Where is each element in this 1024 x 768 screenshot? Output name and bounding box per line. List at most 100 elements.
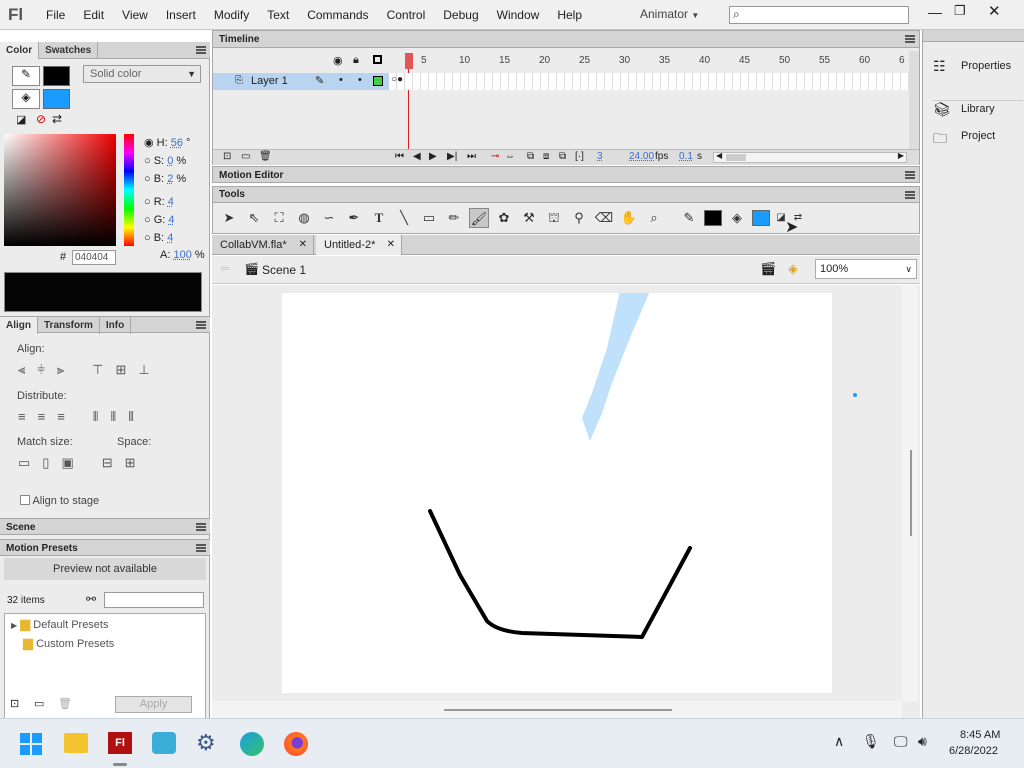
panel-menu-icon[interactable] (905, 35, 915, 43)
scroll-thumb[interactable] (726, 154, 746, 161)
close-button[interactable]: ✕ (988, 2, 1001, 20)
workspace-switcher[interactable]: Animator ▼ (640, 7, 699, 21)
alpha-field[interactable]: A: 100 % (160, 249, 205, 261)
eraser-icon[interactable]: ⌫ (594, 208, 614, 228)
distribute-hcenter-icon[interactable]: ⦀ (111, 409, 117, 424)
playhead[interactable] (405, 53, 413, 69)
tree-item-default[interactable]: ▶ ▆ Default Presets (11, 616, 108, 632)
stroke-swatch[interactable] (43, 66, 70, 86)
project-button[interactable]: 🗀 Project (933, 128, 995, 152)
tab-swatches[interactable]: Swatches (39, 42, 99, 59)
rgb-value[interactable]: 4 (168, 214, 174, 226)
maximize-button[interactable]: ❐ (954, 3, 966, 19)
stroke-tool-icon[interactable]: ✎ (12, 66, 40, 86)
tab-transform[interactable]: Transform (38, 317, 100, 334)
step-back-icon[interactable]: ◀ (413, 151, 421, 162)
panel-menu-icon[interactable] (196, 321, 206, 329)
hscroll-thumb[interactable] (444, 709, 672, 711)
zoom-dropdown[interactable]: 100% ∨ (815, 259, 917, 279)
distribute-top-icon[interactable]: ≡ (18, 409, 26, 424)
menu-commands[interactable]: Commands (307, 8, 386, 22)
elapsed-time[interactable]: 0.1 (679, 151, 693, 162)
new-preset-icon[interactable]: ⊡ (10, 697, 19, 710)
align-to-stage-checkbox[interactable]: Align to stage (20, 495, 99, 507)
close-tab-icon[interactable]: ✕ (299, 235, 307, 255)
fill-tool-icon[interactable]: ◈ (12, 89, 40, 109)
chevron-up-icon[interactable]: ∧ (834, 733, 844, 750)
network-icon[interactable]: 🖵 (894, 733, 908, 750)
menu-window[interactable]: Window (497, 8, 558, 22)
panel-menu-icon[interactable] (196, 544, 206, 552)
space-vertical-icon[interactable]: ⊟ (102, 455, 113, 470)
text-tool-icon[interactable]: T (369, 208, 389, 228)
swap-colors-icon[interactable]: ⇄ (52, 112, 62, 126)
outline-icon[interactable] (373, 55, 382, 64)
timeline-hscroll[interactable]: ◀ ▶ (713, 151, 907, 163)
new-folder-icon[interactable]: ▭ (34, 697, 44, 710)
hsb-value[interactable]: 0 (167, 155, 173, 167)
lock-dot[interactable]: • (358, 74, 362, 86)
align-top-icon[interactable]: ⊤ (92, 362, 103, 377)
onion-skin-icon[interactable]: ⧉ (527, 151, 534, 162)
modify-markers-icon[interactable]: [·] (575, 151, 584, 162)
windows-start-icon[interactable] (20, 733, 42, 755)
delete-layer-icon[interactable]: 🗑 (259, 151, 272, 162)
menu-debug[interactable]: Debug (443, 8, 496, 22)
timeline-title[interactable]: Timeline (219, 34, 259, 45)
delete-icon[interactable]: 🗑 (58, 697, 72, 710)
file-explorer-icon[interactable] (64, 733, 88, 753)
stage[interactable] (282, 293, 832, 693)
stroke-color-swatch[interactable] (704, 210, 722, 226)
line-tool-icon[interactable]: ╲ (394, 208, 414, 228)
distribute-left-icon[interactable]: ⦀ (93, 409, 99, 424)
tab-color[interactable]: Color (0, 42, 40, 59)
hsb-row-h[interactable]: ◉ H: 56 ° (144, 134, 190, 152)
menu-edit[interactable]: Edit (83, 8, 122, 22)
loop-icon[interactable]: ⊸ (491, 151, 499, 162)
center-frame-icon[interactable]: ⇔ (505, 151, 515, 162)
alpha-value[interactable]: 100 (173, 249, 191, 261)
library-button[interactable]: 📚︎ Library (933, 100, 1023, 118)
menu-text[interactable]: Text (267, 8, 307, 22)
search-input[interactable]: ⌕ (729, 6, 909, 24)
no-color-icon[interactable]: ⊘ (36, 112, 46, 126)
eye-icon[interactable]: ◉ (333, 54, 343, 67)
panel-menu-icon[interactable] (196, 46, 206, 54)
bone-tool-icon[interactable]: ⚒ (519, 208, 539, 228)
3d-rotation-icon[interactable]: ◍ (294, 208, 314, 228)
frame-track[interactable]: ○● (389, 73, 909, 90)
stroke-color-icon[interactable]: ✎ (679, 208, 699, 228)
last-frame-icon[interactable]: ⏭ (467, 151, 476, 162)
selection-tool-icon[interactable]: ➤ (219, 208, 239, 228)
minimize-button[interactable]: — (928, 4, 942, 20)
apply-button[interactable]: Apply (115, 696, 192, 713)
new-folder-icon[interactable]: ▭ (241, 151, 250, 162)
match-width-icon[interactable]: ▭ (18, 455, 30, 470)
edit-symbol-icon[interactable]: ◈ (788, 261, 798, 277)
motion-presets-header[interactable]: Motion Presets (0, 539, 210, 556)
menu-modify[interactable]: Modify (214, 8, 267, 22)
color-picker-field[interactable] (4, 134, 116, 246)
deco-tool-icon[interactable]: ✿ (494, 208, 514, 228)
lock-icon[interactable]: 🔒︎ (353, 54, 359, 67)
panel-menu-icon[interactable] (196, 523, 206, 531)
align-vcenter-icon[interactable]: ⊞ (115, 362, 126, 377)
rgb-row-r[interactable]: ○ R: 4 (144, 193, 175, 211)
settings-icon[interactable]: ⚙ (196, 730, 216, 756)
fill-swatch[interactable] (43, 89, 70, 109)
hsb-row-b[interactable]: ○ B: 2 % (144, 170, 190, 188)
step-forward-icon[interactable]: ▶| (447, 151, 457, 162)
doc-tab-untitled[interactable]: Untitled-2* ✕ (316, 235, 402, 255)
hsb-value[interactable]: 56 (171, 137, 183, 149)
pasteboard[interactable] (212, 285, 920, 718)
edit-scene-icon[interactable]: 🎬︎ (760, 261, 777, 277)
menu-file[interactable]: File (46, 8, 83, 22)
lasso-icon[interactable]: ∽ (319, 208, 339, 228)
distribute-vcenter-icon[interactable]: ≡ (38, 409, 46, 424)
new-layer-icon[interactable]: ⊡ (223, 151, 231, 162)
menu-insert[interactable]: Insert (166, 8, 214, 22)
rgb-value[interactable]: 4 (168, 196, 174, 208)
onion-outline-icon[interactable]: ⧈ (543, 151, 549, 162)
distribute-right-icon[interactable]: ⦀ (128, 409, 134, 424)
motion-editor-header[interactable]: Motion Editor (212, 166, 920, 183)
